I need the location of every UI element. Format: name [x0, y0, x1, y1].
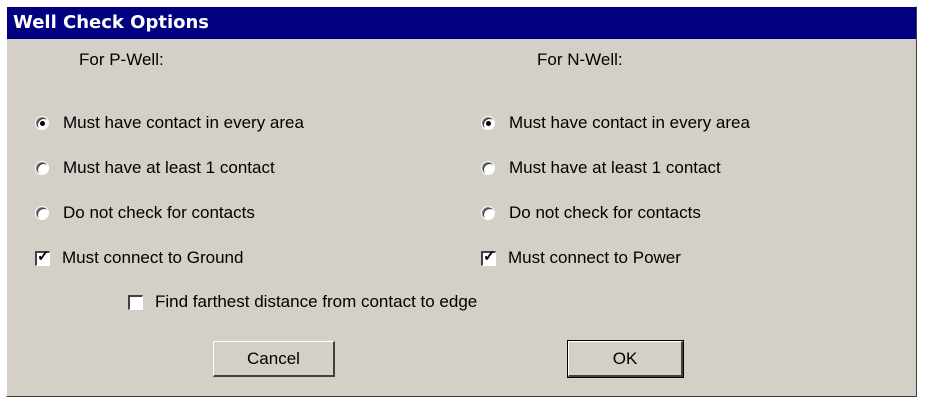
pwell-radio-every-area[interactable]: Must have contact in every area: [35, 113, 304, 133]
nwell-radio-at-least-one-label: Must have at least 1 contact: [509, 158, 721, 177]
nwell-heading: For N-Well:: [537, 50, 623, 69]
well-check-options-dialog: Well Check Options For P-Well: Must have…: [6, 6, 917, 397]
radio-button[interactable]: [35, 116, 49, 130]
nwell-radio-every-area-label: Must have contact in every area: [509, 113, 750, 132]
cancel-button[interactable]: Cancel: [213, 341, 335, 377]
nwell-connect-power-label: Must connect to Power: [508, 248, 681, 267]
pwell-radio-do-not-check-label: Do not check for contacts: [63, 203, 255, 222]
pwell-radio-at-least-one[interactable]: Must have at least 1 contact: [35, 158, 275, 178]
radio-selected-dot: [486, 121, 491, 126]
radio-selected-dot: [40, 121, 45, 126]
pwell-radio-do-not-check[interactable]: Do not check for contacts: [35, 203, 255, 223]
checkbox[interactable]: [128, 294, 143, 310]
nwell-connect-power-checkbox[interactable]: ✓ Must connect to Power: [481, 248, 681, 268]
nwell-radio-do-not-check[interactable]: Do not check for contacts: [481, 203, 701, 223]
ok-button[interactable]: OK: [567, 340, 684, 378]
nwell-radio-every-area[interactable]: Must have contact in every area: [481, 113, 750, 133]
check-mark-icon: ✓: [37, 247, 50, 265]
find-farthest-distance-label: Find farthest distance from contact to e…: [155, 292, 478, 311]
pwell-radio-at-least-one-label: Must have at least 1 contact: [63, 158, 275, 177]
find-farthest-distance-checkbox[interactable]: Find farthest distance from contact to e…: [128, 292, 477, 312]
radio-button[interactable]: [35, 161, 49, 175]
radio-button[interactable]: [481, 206, 495, 220]
nwell-radio-at-least-one[interactable]: Must have at least 1 contact: [481, 158, 721, 178]
nwell-radio-do-not-check-label: Do not check for contacts: [509, 203, 701, 222]
radio-button[interactable]: [481, 161, 495, 175]
checkbox[interactable]: ✓: [35, 247, 50, 266]
check-mark-icon: ✓: [483, 247, 496, 265]
pwell-connect-ground-label: Must connect to Ground: [62, 248, 244, 267]
pwell-heading: For P-Well:: [79, 50, 164, 69]
radio-button[interactable]: [481, 116, 495, 130]
checkbox[interactable]: ✓: [481, 247, 496, 266]
radio-button[interactable]: [35, 206, 49, 220]
dialog-title: Well Check Options: [7, 7, 916, 39]
pwell-connect-ground-checkbox[interactable]: ✓ Must connect to Ground: [35, 248, 243, 268]
pwell-radio-every-area-label: Must have contact in every area: [63, 113, 304, 132]
